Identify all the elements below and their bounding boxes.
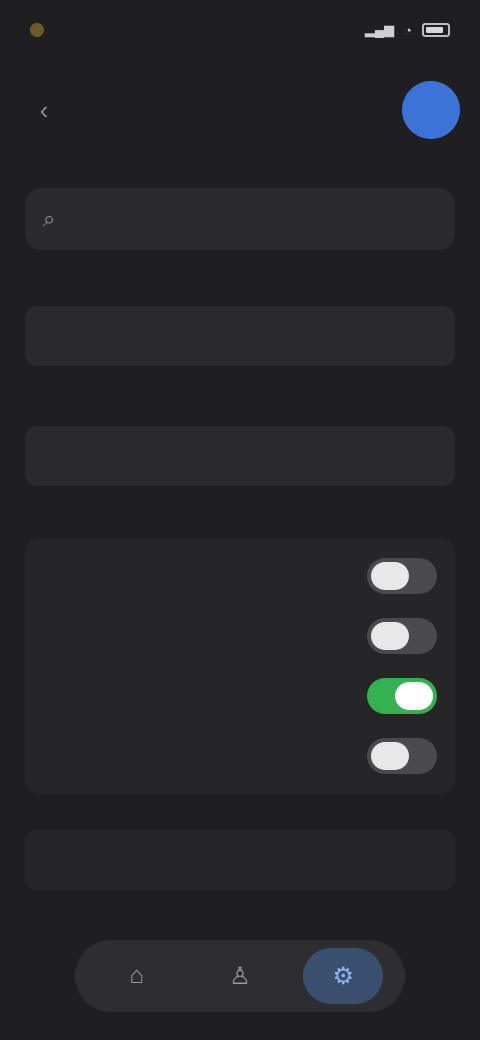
toggle-card [25,538,455,794]
toggle-switch[interactable] [367,738,437,774]
toggle-switch[interactable] [367,558,437,594]
settings-icon: ⚙ [332,962,355,990]
status-left [30,23,52,37]
profile-field[interactable] [25,426,455,486]
toggle-knob [371,562,409,590]
avatar[interactable] [402,81,460,139]
toggle-row[interactable] [25,666,455,726]
tab-home[interactable]: ⌂ [97,948,177,1004]
search-icon: ⌕ [43,206,56,231]
notification-dot-icon [30,23,44,37]
bottom-tab-bar: ⌂ ♙ ⚙ [75,940,405,1012]
wifi-icon: ◔ [404,22,412,38]
app-header: ‹ [0,60,480,160]
signal-icon: ▂▄▆ [364,22,395,37]
toggle-switch[interactable] [367,678,437,714]
action-link[interactable] [25,830,455,890]
tab-settings[interactable]: ⚙ [303,948,384,1004]
home-icon: ⌂ [129,962,144,989]
toggle-knob [395,682,433,710]
search-input[interactable] [69,209,374,229]
toggle-switch[interactable] [367,618,437,654]
toggle-knob [371,622,409,650]
tab-profile[interactable]: ♙ [200,948,280,1004]
back-button[interactable]: ‹ [20,86,68,134]
toggle-row[interactable] [25,546,455,606]
search-bar[interactable]: ⌕ [25,188,455,250]
toggle-row[interactable] [25,726,455,786]
person-icon: ♙ [229,962,251,990]
status-bar: ▂▄▆ ◔ [0,0,480,60]
toggle-knob [371,742,409,770]
toggle-row[interactable] [25,606,455,666]
battery-icon [422,23,450,37]
chevron-left-icon: ‹ [39,94,49,125]
status-right: ▂▄▆ ◔ [365,22,450,38]
account-field[interactable] [25,306,455,366]
